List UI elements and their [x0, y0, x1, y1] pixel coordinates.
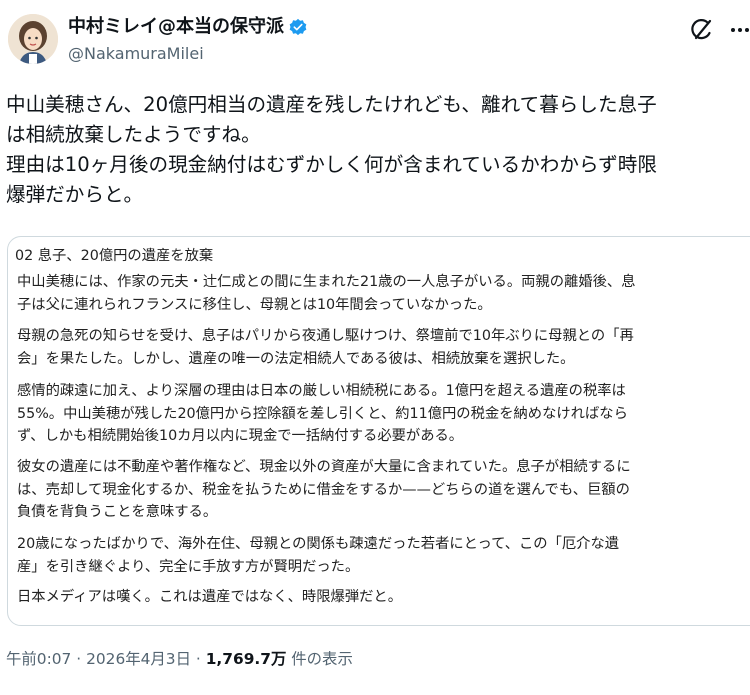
views-count: 1,769.7万	[205, 650, 287, 668]
avatar[interactable]	[8, 14, 58, 64]
tweet-text-line: 爆弾だからと。	[6, 183, 144, 206]
article-line: ず、しかも相続開始後10カ月以内に現金で一括納付する必要がある。	[17, 428, 464, 444]
tweet-header: 中村ミレイ@本当の保守派 @NakamuraMilei	[0, 0, 750, 80]
article-line: は、売却して現金化するか、税金を払うために借金をするか——どちらの道を選んでも、…	[17, 481, 630, 498]
verified-badge-icon[interactable]	[289, 18, 307, 36]
tweet-meta: 午前0:07 · 2026年4月3日 · 1,769.7万 件の表示	[6, 648, 353, 670]
meta-separator: ·	[76, 650, 82, 668]
author-display-name[interactable]: 中村ミレイ@本当の保守派	[68, 16, 307, 38]
article-paragraph: 彼女の遺産には不動産や著作権など、現金以外の資産が大量に含まれていた。息子が相続…	[17, 456, 631, 524]
views-label: 件の表示	[291, 650, 353, 668]
post-date[interactable]: 2026年4月3日	[86, 650, 191, 668]
article-paragraph: 日本メディアは嘆く。これは遺産ではなく、時限爆弾だと。	[17, 586, 402, 609]
article-paragraph: 母親の急死の知らせを受け、息子はパリから夜通し駆けつけ、祭壇前で10年ぶりに母親…	[17, 325, 634, 370]
grok-icon[interactable]	[688, 16, 716, 44]
article-paragraph: 20歳になったばかりで、海外在住、母親との関係も疎遠だった若者にとって、この「厄…	[17, 533, 619, 578]
article-line: 産」を引き継ぐより、完全に手放す方が賢明だった。	[17, 558, 360, 575]
tweet-text-line: 中山美穂さん、20億円相当の遺産を残したけれども、離れて暮らした息子	[6, 93, 657, 116]
tweet-text-line: 理由は10ヶ月後の現金納付はむずかしく何が含まれているかわからず時限	[6, 153, 657, 176]
post-time[interactable]: 午前0:07	[6, 650, 71, 668]
article-line: 20歳になったばかりで、海外在住、母親との関係も疎遠だった若者にとって、この「厄…	[17, 536, 620, 552]
article-line: 会」を果たした。しかし、遺産の唯一の法定相続人である彼は、相続放棄を選択した。	[17, 350, 575, 367]
article-line: 感情的疎遠に加え、より深層の理由は日本の厳しい相続税にある。1億円を超える遺産の…	[17, 383, 626, 399]
meta-separator: ·	[195, 650, 201, 668]
tweet-text: 中山美穂さん、20億円相当の遺産を残したけれども、離れて暮らした息子 は相続放棄…	[6, 90, 748, 210]
article-heading: 02 息子、20億円の遺産を放棄	[15, 248, 214, 264]
tweet-text-line: は相続放棄したようですね。	[6, 123, 261, 146]
article-line: 負債を背負うことを意味する。	[17, 504, 218, 520]
author-name-text[interactable]: 中村ミレイ@本当の保守派	[68, 16, 284, 38]
article-line: 母親の急死の知らせを受け、息子はパリから夜通し駆けつけ、祭壇前で10年ぶりに母親…	[17, 328, 634, 344]
more-icon[interactable]	[728, 16, 750, 44]
article-line: 日本メディアは嘆く。これは遺産ではなく、時限爆弾だと。	[17, 589, 403, 605]
article-line: 子は父に連れられフランスに移住し、母親とは10年間会っていなかった。	[17, 296, 492, 313]
article-line: 中山美穂には、作家の元夫・辻仁成との間に生まれた21歳の一人息子がいる。両親の離…	[17, 274, 636, 290]
article-paragraph: 感情的疎遠に加え、より深層の理由は日本の厳しい相続税にある。1億円を超える遺産の…	[17, 380, 628, 448]
quoted-article-image[interactable]: 02 息子、20億円の遺産を放棄 中山美穂には、作家の元夫・辻仁成との間に生まれ…	[7, 236, 750, 626]
author-handle[interactable]: @NakamuraMilei	[68, 44, 204, 64]
article-paragraph: 中山美穂には、作家の元夫・辻仁成との間に生まれた21歳の一人息子がいる。両親の離…	[17, 271, 636, 316]
article-line: 55%。中山美穂が残した20億円から控除額を差し引くと、約11億円の税金を納めな…	[17, 405, 628, 422]
article-line: 彼女の遺産には不動産や著作権など、現金以外の資産が大量に含まれていた。息子が相続…	[17, 459, 631, 475]
